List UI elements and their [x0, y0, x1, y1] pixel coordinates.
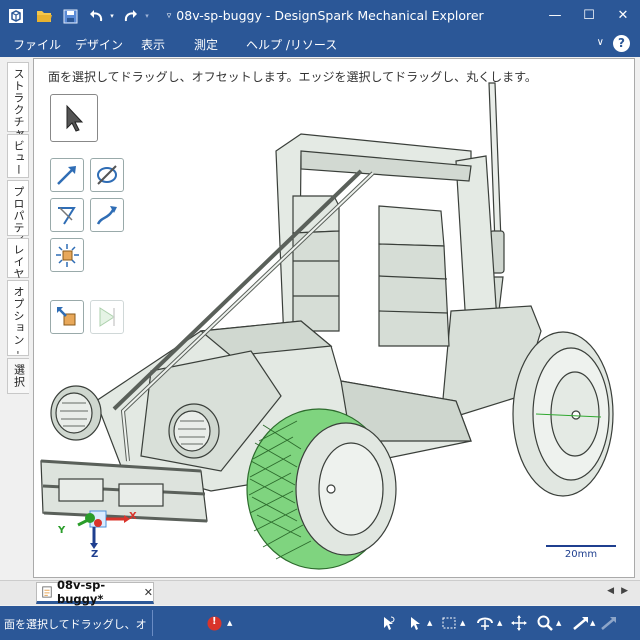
box-select-icon[interactable] — [440, 614, 458, 632]
design-viewport[interactable]: 面を選択してドラッグし、オフセットします。エッジを選択してドラッグし、丸くします… — [33, 58, 635, 578]
tab-properties[interactable]: プロパティ — [7, 180, 29, 246]
tab-structure[interactable]: ストラクチャー — [7, 62, 29, 152]
document-tab-close-icon[interactable]: ✕ — [144, 586, 153, 599]
orbit-icon[interactable] — [476, 614, 494, 632]
menu-bar: ファイル デザイン 表示 測定 ヘルプ /リソース ∨ ? — [0, 31, 640, 57]
error-dropdown-icon[interactable]: ▲ — [227, 619, 232, 627]
ribbon-collapse-icon[interactable]: ∨ — [597, 37, 604, 48]
pull-direction-tool[interactable] — [50, 158, 84, 192]
tab-selection[interactable]: 選択 — [7, 358, 29, 394]
menu-file[interactable]: ファイル — [13, 36, 61, 53]
zoom-icon[interactable] — [536, 614, 554, 632]
scale-label: 20mm — [564, 549, 598, 560]
side-panel-tabs: ストラクチャー ビュー プロパティ レイヤ オプション - プル 選択 — [5, 58, 31, 593]
menu-design[interactable]: デザイン — [75, 36, 123, 53]
tab-options-pull[interactable]: オプション - プル — [7, 280, 29, 384]
blend-tool[interactable] — [90, 198, 124, 232]
buggy-model[interactable] — [34, 59, 634, 577]
box-select-dropdown-icon[interactable]: ▲ — [460, 619, 465, 627]
tab-properties-label: プロパティ — [12, 186, 25, 246]
previous-view-icon[interactable] — [572, 614, 590, 632]
pointer-dropdown-icon[interactable]: ▲ — [427, 619, 432, 627]
error-icon-glyph: ! — [212, 616, 217, 627]
tab-layers-label: レイヤ — [12, 244, 25, 280]
status-bar: 面を選択してドラッグし、オフセットします。 ! ▲ ▲ ▲ ▲ ▲ ▲ — [0, 606, 640, 640]
minimize-button[interactable]: — — [538, 0, 572, 31]
axis-triad: X Y Z — [56, 505, 146, 565]
pan-icon[interactable] — [510, 614, 528, 632]
scale-bar-line — [546, 545, 616, 547]
tab-layers[interactable]: レイヤ — [7, 238, 29, 280]
axis-x-label: X — [129, 511, 137, 522]
document-icon — [42, 586, 52, 598]
tab-scroll-left-icon[interactable]: ◀ — [607, 586, 614, 596]
axis-z-label: Z — [91, 549, 99, 560]
tab-selection-label: 選択 — [12, 364, 26, 388]
tab-view-label: ビュー — [12, 140, 25, 176]
help-icon[interactable]: ? — [613, 35, 630, 52]
close-button[interactable]: ✕ — [606, 0, 640, 31]
tab-view[interactable]: ビュー — [7, 134, 29, 178]
menu-measure[interactable]: 測定 — [194, 36, 218, 53]
no-merge-tool[interactable] — [90, 300, 124, 334]
select-mode-icon[interactable] — [380, 614, 398, 632]
scale-tool[interactable] — [50, 238, 84, 272]
scale-bar: 20mm — [546, 543, 616, 563]
zoom-dropdown-icon[interactable]: ▲ — [556, 619, 561, 627]
tab-scroll-right-icon[interactable]: ▶ — [621, 586, 628, 596]
next-view-icon[interactable] — [600, 614, 618, 632]
pointer-mode-icon[interactable] — [406, 614, 424, 632]
document-tab[interactable]: 08v-sp-buggy* ✕ — [36, 578, 154, 606]
document-tab-label: 08v-sp-buggy* — [56, 578, 106, 606]
previous-view-dropdown-icon[interactable]: ▲ — [590, 619, 595, 627]
select-arrow-tool[interactable] — [50, 94, 98, 142]
menu-help-resources[interactable]: ヘルプ /リソース — [246, 36, 337, 53]
pull-options-tool[interactable] — [50, 300, 84, 334]
title-bar: ▾ ▾ ▿ 08v-sp-buggy - DesignSpark Mechani… — [0, 0, 640, 31]
document-tab-strip: 08v-sp-buggy* ✕ ◀ ▶ — [0, 578, 640, 606]
status-text: 面を選択してドラッグし、オフセットします。 — [4, 618, 148, 631]
menu-view[interactable]: 表示 — [141, 36, 165, 53]
orbit-dropdown-icon[interactable]: ▲ — [497, 619, 502, 627]
axis-y-label: Y — [58, 525, 66, 536]
sweep-tool[interactable] — [50, 198, 84, 232]
maximize-button[interactable]: ☐ — [572, 0, 606, 31]
revolve-tool[interactable] — [90, 158, 124, 192]
status-separator — [152, 610, 153, 636]
